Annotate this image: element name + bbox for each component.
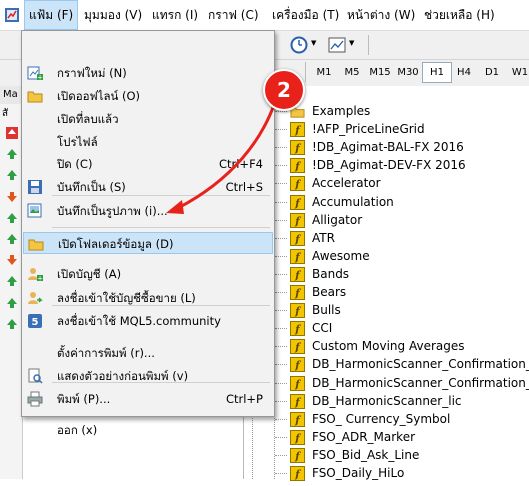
- annotation-arrow: [166, 101, 277, 214]
- step-badge: 2: [263, 69, 305, 111]
